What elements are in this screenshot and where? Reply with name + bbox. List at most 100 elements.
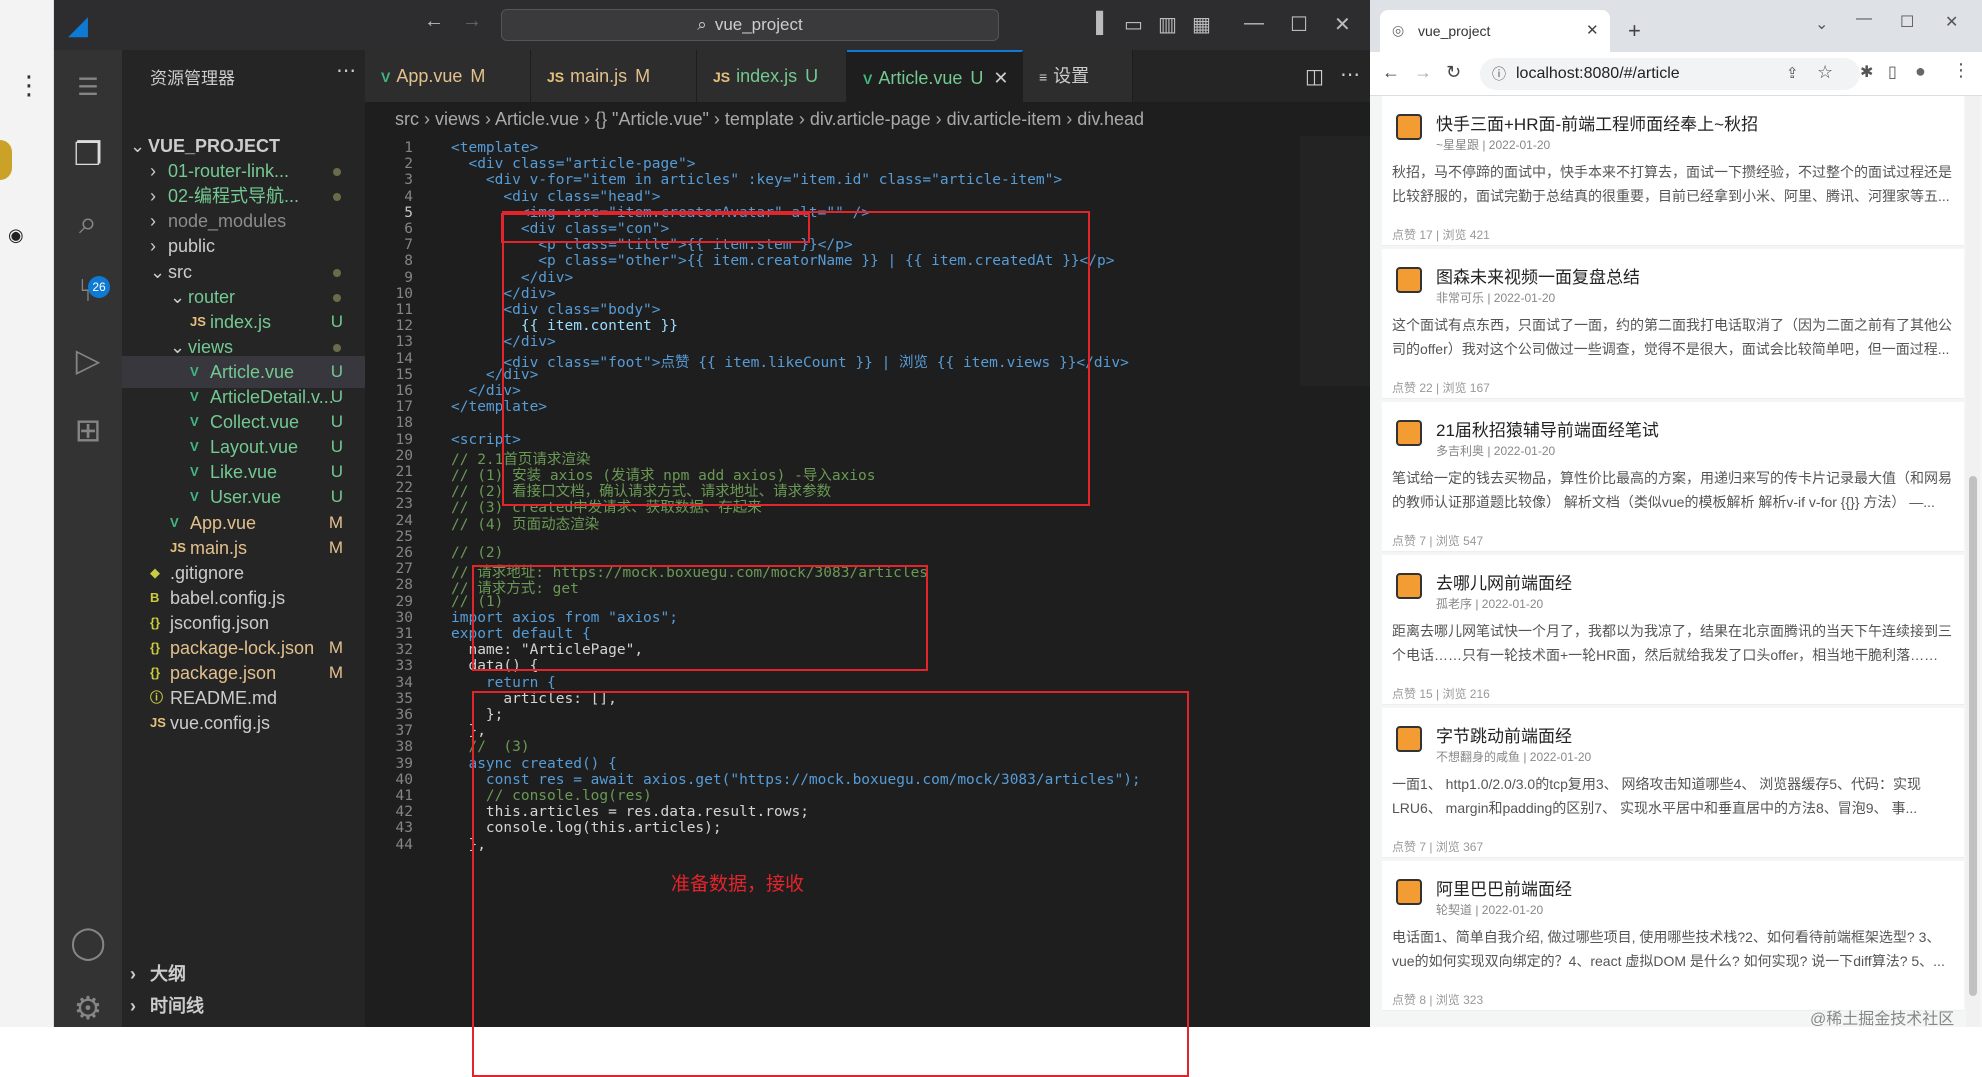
article-meta: 轮契道 | 2022-01-20 (1436, 903, 1544, 917)
reload-icon[interactable]: ↻ (1446, 62, 1461, 83)
github-icon[interactable]: ◉ (8, 225, 24, 246)
account-icon[interactable]: ◯ (64, 918, 112, 966)
minimize-icon[interactable]: — (1856, 10, 1872, 28)
status-dot (333, 168, 341, 177)
line-number: 25 (395, 528, 413, 545)
tree-item[interactable]: JS vue.config.js (122, 707, 365, 739)
tab-3[interactable]: JS index.js U (697, 50, 847, 102)
extensions-icon[interactable]: ✱ (1860, 62, 1873, 82)
article-card[interactable]: 图森未来视频一面复盘总结 非常可乐 | 2022-01-20 这个面试有点东西，只面… (1382, 249, 1964, 399)
timeline-label: 时间线 (150, 996, 204, 1016)
line-number: 35 (395, 690, 413, 707)
new-tab-icon[interactable]: + (1628, 18, 1641, 44)
file-type-icon: V (381, 69, 391, 85)
line-number: 31 (395, 626, 413, 642)
toggle-sidebar-icon[interactable]: ▐ (1089, 12, 1103, 35)
line-number: 36 (395, 707, 413, 723)
tab-search-icon[interactable]: ⌄ (1815, 14, 1828, 34)
breadcrumb[interactable]: src › views › Article.vue › {} "Article.… (365, 102, 1370, 136)
explorer-sidebar: 资源管理器 ⋯ ⌄ VUE_PROJECT › 01-router-link... › 0… (122, 50, 365, 1027)
more-icon[interactable]: ⋮ (16, 70, 42, 101)
tab-label: Article.vue (878, 68, 963, 88)
tab-4[interactable]: V Article.vue U ✕ (847, 50, 1023, 102)
article-card[interactable]: 阿里巴巴前端面经 轮契道 | 2022-01-20 电话面1、简单自我介绍, 做过哪… (1382, 861, 1964, 1011)
line-number: 34 (395, 674, 413, 691)
avatar (1396, 726, 1422, 752)
timeline-section[interactable]: › 时间线 (122, 990, 365, 1022)
back-arrow-icon[interactable]: ← (424, 10, 444, 33)
tab-2[interactable]: JS main.js M (531, 50, 697, 102)
tab-label: App.vue (396, 66, 463, 86)
tab-close-icon[interactable]: ✕ (993, 68, 1008, 88)
search-icon[interactable]: ⌕ (64, 198, 112, 246)
code-line: return { (451, 674, 556, 691)
minimap[interactable] (1300, 136, 1370, 386)
tab-label: index.js (736, 66, 798, 86)
line-number: 9 (404, 269, 413, 286)
line-number: 33 (395, 658, 413, 675)
tab-status: U (805, 66, 819, 86)
article-body: 笔试给一定的钱去买物品，算性价比最高的方案，用递归来写的传卡片记录最大值（和网易… (1392, 470, 1952, 510)
tab-close-icon[interactable]: ✕ (1586, 21, 1599, 39)
file-type-icon: JS (713, 69, 731, 85)
article-card[interactable]: 快手三面+HR面-前端工程师面经奉上~秋招 ~星星跟 | 2022-01-20 秋招… (1382, 96, 1964, 246)
menu-icon[interactable]: ⋮ (1952, 60, 1970, 81)
article-meta: 孤老序 | 2022-01-20 (1436, 597, 1544, 611)
article-card[interactable]: 21届秋招猿辅导前端面经笔试 多吉利奥 | 2022-01-20 笔试给一定的钱去买… (1382, 402, 1964, 552)
line-number: 2 (404, 156, 413, 173)
customize-layout-icon[interactable]: ▦ (1192, 12, 1211, 37)
extensions-icon[interactable]: ⊞ (64, 406, 112, 454)
article-stats: 点赞 7 | 浏览 367 (1392, 840, 1484, 854)
line-number: 24 (395, 512, 413, 529)
line-number: 16 (395, 383, 413, 399)
line-number: 1 (404, 140, 413, 156)
code-line: <div class="article-page"> (451, 156, 696, 173)
maximize-icon[interactable]: ☐ (1900, 12, 1914, 32)
scrollbar-thumb[interactable] (1969, 476, 1977, 996)
browser-tab-strip: ◎ vue_project ✕ + ⌄ — ☐ ✕ (1370, 0, 1982, 52)
close-icon[interactable]: ✕ (1334, 12, 1351, 37)
settings-gear-icon[interactable]: ⚙ (64, 984, 112, 1032)
title-bar: ◢ ← → ⌕ vue_project ▐ ▭ ▥ ▦ — ☐ ✕ (54, 0, 1370, 50)
toggle-panel-icon[interactable]: ▭ (1124, 12, 1143, 37)
highlight-template-box (502, 211, 1090, 506)
more-actions-icon[interactable]: ⋯ (1340, 62, 1360, 87)
line-number: 26 (395, 545, 413, 561)
avatar (1396, 573, 1422, 599)
maximize-icon[interactable]: ☐ (1290, 12, 1308, 37)
split-editor-icon[interactable]: ◫ (1305, 64, 1324, 89)
article-card[interactable]: 去哪儿网前端面经 孤老序 | 2022-01-20 距离去哪儿网笔试快一个月了，我都… (1382, 555, 1964, 705)
line-number: 15 (395, 366, 413, 383)
back-icon[interactable]: ← (1382, 62, 1400, 83)
tab-1[interactable]: V App.vue M (365, 50, 531, 102)
close-icon[interactable]: ✕ (1945, 12, 1958, 32)
article-card[interactable]: 字节跳动前端面经 不想翻身的咸鱼 | 2022-01-20 一面1、 http1.0… (1382, 708, 1964, 858)
line-number: 43 (395, 820, 413, 837)
line-number: 23 (395, 496, 413, 513)
profile-icon[interactable]: ● (1915, 61, 1926, 82)
line-number: 42 (395, 804, 413, 821)
outline-section[interactable]: › 大纲 (122, 958, 365, 990)
side-panel-icon[interactable]: ▯ (1888, 62, 1897, 82)
bookmark-star-icon[interactable]: ☆ (1817, 62, 1833, 83)
article-meta: ~星星跟 | 2022-01-20 (1436, 138, 1551, 152)
forward-icon[interactable]: → (1414, 62, 1432, 83)
address-bar[interactable]: ⓘ localhost:8080/#/article (1480, 58, 1860, 90)
toggle-secondary-sidebar-icon[interactable]: ▥ (1158, 12, 1177, 37)
minimize-icon[interactable]: — (1244, 12, 1264, 35)
line-number: 18 (395, 415, 413, 432)
command-center-search[interactable]: ⌕ vue_project (501, 9, 999, 41)
share-icon[interactable]: ⇪ (1786, 64, 1799, 82)
explorer-icon[interactable]: ❐ (64, 130, 112, 178)
scrollbar[interactable] (1966, 96, 1980, 1027)
browser-tab[interactable]: ◎ vue_project ✕ (1380, 10, 1610, 52)
more-actions-icon[interactable]: ⋯ (336, 58, 356, 83)
menu-icon[interactable]: ☰ (64, 64, 112, 112)
code-line: <template> (451, 140, 539, 156)
tab-5[interactable]: ≡ 设置 (1023, 50, 1133, 102)
forward-arrow-icon[interactable]: → (462, 10, 482, 33)
run-debug-icon[interactable]: ▷ (64, 336, 112, 384)
line-number: 13 (395, 334, 413, 351)
tree-item-label: vue.config.js (170, 713, 271, 734)
line-number: 28 (395, 577, 413, 594)
